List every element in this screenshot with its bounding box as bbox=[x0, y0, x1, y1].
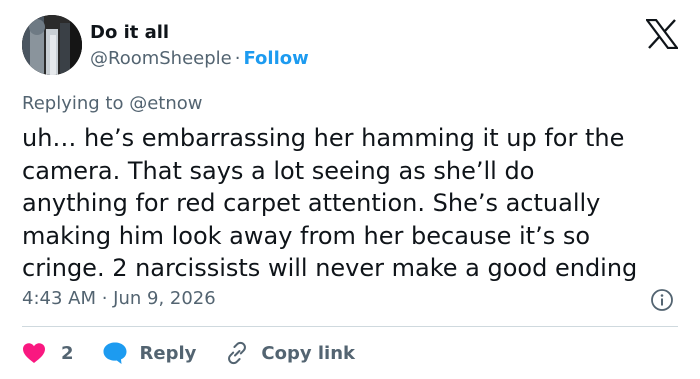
reply-bubble-icon bbox=[102, 341, 128, 365]
replying-mention[interactable]: @etnow bbox=[129, 93, 202, 114]
copy-link-button[interactable]: Copy link bbox=[224, 341, 355, 365]
tweet-text-line: camera. That says a lot seeing as she’ll… bbox=[22, 156, 535, 185]
tweet-text-line: anything for red carpet attention. She’s… bbox=[22, 189, 601, 217]
follow-button[interactable]: Follow bbox=[243, 48, 308, 69]
timestamp[interactable]: 4:43 AM · Jun 9, 2026 bbox=[22, 288, 216, 309]
reply-label: Reply bbox=[139, 342, 197, 364]
like-count: 2 bbox=[61, 342, 74, 364]
handle-row: @RoomSheeple · Follow bbox=[90, 48, 309, 69]
avatar[interactable] bbox=[22, 15, 82, 75]
reply-button[interactable]: Reply bbox=[102, 341, 225, 365]
heart-icon bbox=[22, 342, 46, 364]
replying-to: Replying to @etnow bbox=[22, 93, 203, 114]
action-bar: 2 Reply Copy link bbox=[22, 340, 355, 366]
tweet-text-line: cringe. 2 narcissists will never make a … bbox=[22, 254, 638, 282]
tweet-text-line: making him look away from her because it… bbox=[22, 221, 591, 250]
separator-dot: · bbox=[234, 48, 241, 69]
replying-prefix: Replying to bbox=[22, 93, 124, 114]
user-handle[interactable]: @RoomSheeple bbox=[90, 48, 232, 69]
tweet-text: uh… he’s embarrassing her hamming it up … bbox=[22, 122, 692, 285]
info-icon[interactable] bbox=[650, 288, 674, 312]
like-button[interactable]: 2 bbox=[22, 342, 102, 364]
copy-link-label: Copy link bbox=[261, 342, 355, 364]
display-name[interactable]: Do it all bbox=[90, 22, 169, 43]
tweet-text-line: uh… he’s embarrassing her hamming it up … bbox=[22, 124, 625, 152]
x-logo-icon[interactable] bbox=[644, 18, 680, 50]
link-icon bbox=[224, 341, 250, 365]
tweet-card: Do it all @RoomSheeple · Follow Replying t… bbox=[0, 0, 700, 379]
divider bbox=[22, 326, 678, 327]
